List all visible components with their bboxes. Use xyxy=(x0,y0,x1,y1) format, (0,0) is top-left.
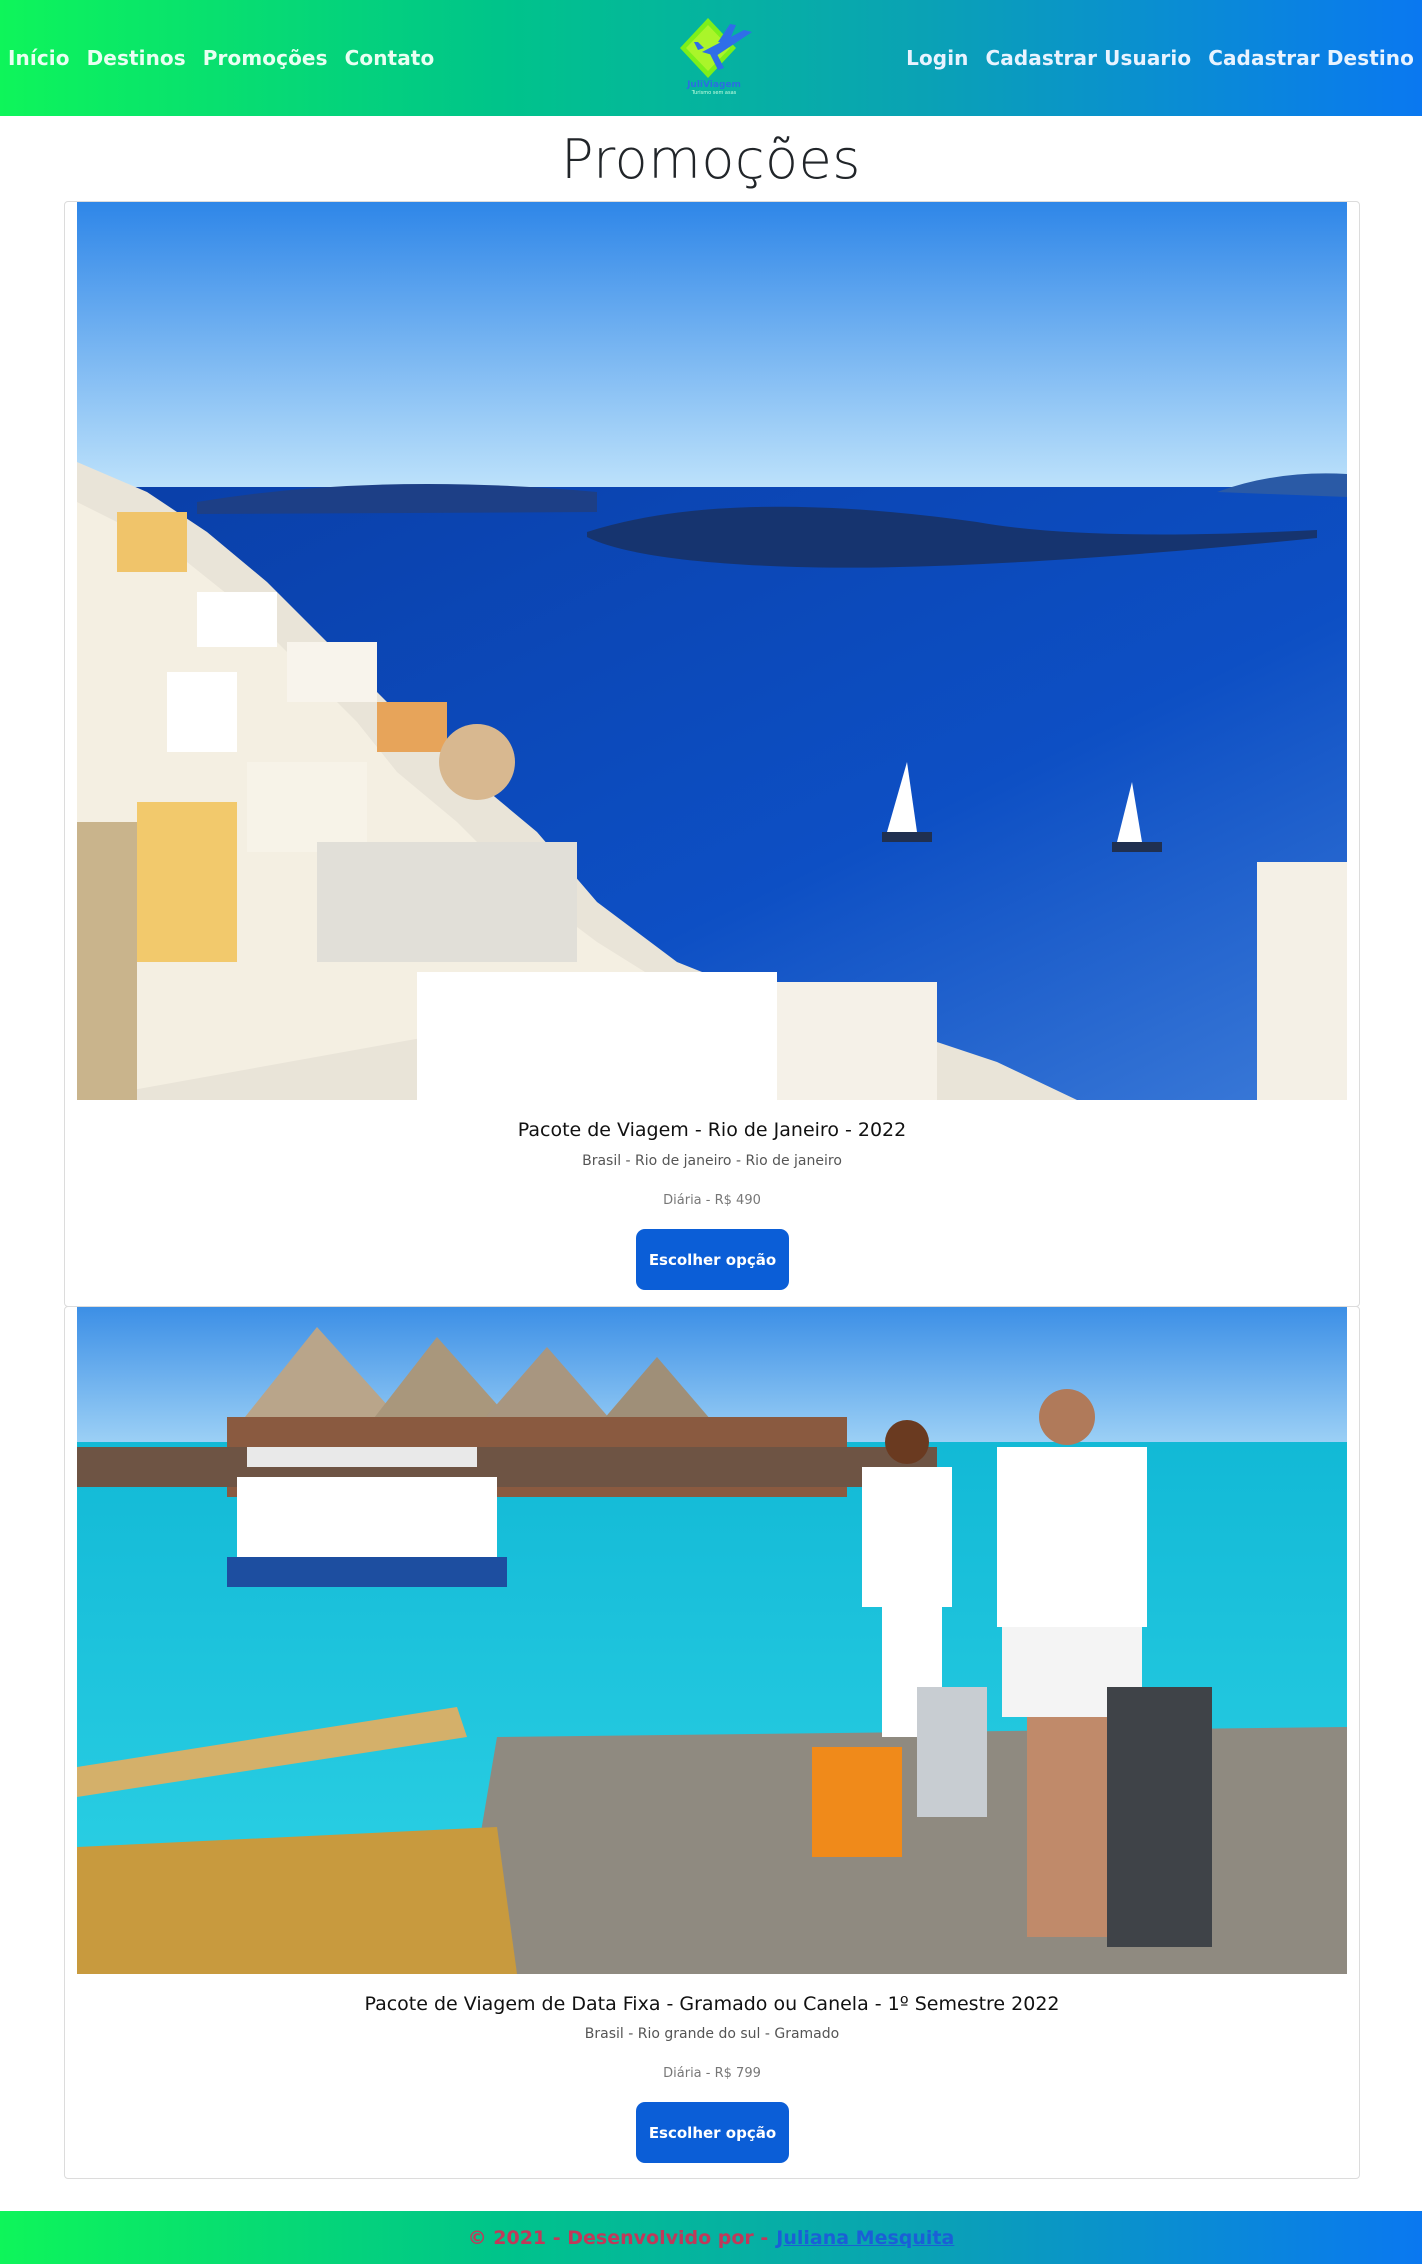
choose-option-button[interactable]: Escolher opção xyxy=(636,2102,789,2163)
nav-right-group: Login Cadastrar Usuario Cadastrar Destin… xyxy=(906,46,1414,70)
footer-author-link[interactable]: Juliana Mesquita xyxy=(776,2227,954,2249)
brand-tagline: Turismo sem asas xyxy=(691,90,737,96)
nav-link-contato[interactable]: Contato xyxy=(345,46,435,70)
card-price: Diária - R$ 799 xyxy=(663,2066,761,2081)
card-title: Pacote de Viagem de Data Fixa - Gramado … xyxy=(364,1993,1060,2015)
nav-link-cadastrar-destino[interactable]: Cadastrar Destino xyxy=(1208,46,1414,70)
nav-link-destinos[interactable]: Destinos xyxy=(87,46,186,70)
choose-option-button[interactable]: Escolher opção xyxy=(636,1229,789,1290)
plane-logo-icon xyxy=(680,18,752,78)
card-location: Brasil - Rio de janeiro - Rio de janeiro xyxy=(582,1153,842,1169)
nav-link-promocoes[interactable]: Promoções xyxy=(203,46,328,70)
nav-link-cadastrar-usuario[interactable]: Cadastrar Usuario xyxy=(986,46,1192,70)
footer-text: © 2021 - Desenvolvido por - xyxy=(467,2226,769,2249)
nav-link-inicio[interactable]: Início xyxy=(8,46,70,70)
beach-pier-couple-photo xyxy=(77,1307,1347,1974)
footer: © 2021 - Desenvolvido por - Juliana Mesq… xyxy=(0,2211,1422,2264)
santorini-coast-photo xyxy=(77,202,1347,1100)
page-title: Promoções xyxy=(561,128,861,191)
promo-card: Pacote de Viagem - Rio de Janeiro - 2022… xyxy=(64,201,1360,1307)
nav-left-group: Início Destinos Promoções Contato xyxy=(8,46,434,70)
brand-logo[interactable]: JuliViagem Turismo sem asas xyxy=(666,12,762,108)
card-location: Brasil - Rio grande do sul - Gramado xyxy=(584,2026,840,2042)
promo-card: Pacote de Viagem de Data Fixa - Gramado … xyxy=(64,1306,1360,2179)
card-price: Diária - R$ 490 xyxy=(663,1193,761,1208)
navbar: Início Destinos Promoções Contato JuliVi… xyxy=(0,0,1422,116)
brand-name: JuliViagem xyxy=(687,80,741,90)
card-title: Pacote de Viagem - Rio de Janeiro - 2022 xyxy=(517,1119,907,1141)
nav-link-login[interactable]: Login xyxy=(906,46,968,70)
